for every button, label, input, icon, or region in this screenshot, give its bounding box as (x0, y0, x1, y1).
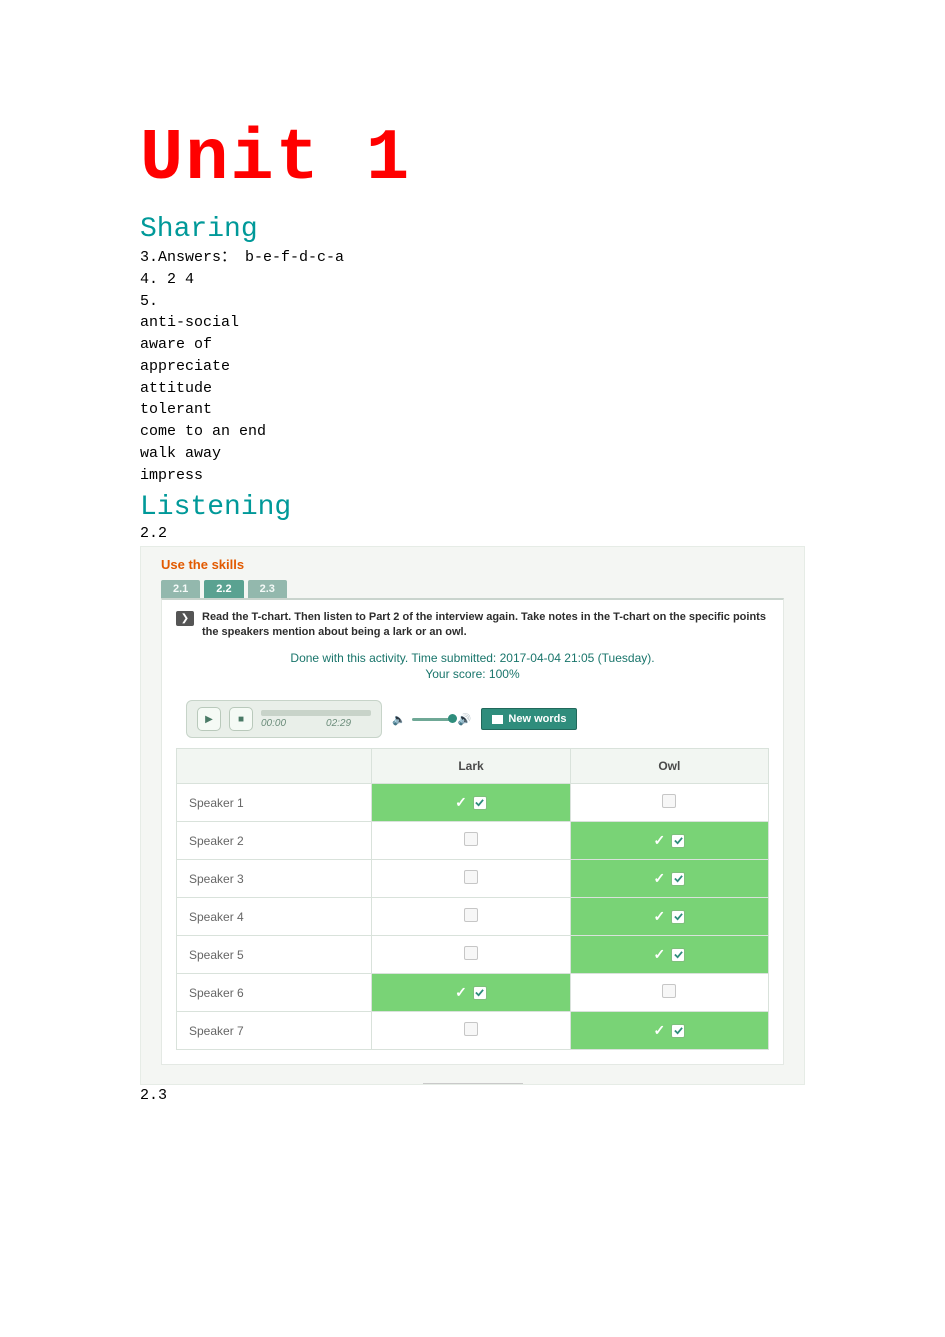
cell-checked[interactable]: ✓ (570, 860, 768, 898)
section-sharing-heading: Sharing (140, 214, 805, 245)
done-line-2: Your score: 100% (425, 667, 519, 681)
volume-bar[interactable] (412, 718, 452, 721)
check-icon: ✓ (455, 794, 467, 811)
table-row: Speaker 5 ✓ (177, 936, 769, 974)
cell-unchecked[interactable] (372, 936, 570, 974)
cell-checked[interactable]: ✓ (570, 1012, 768, 1050)
done-line-1: Done with this activity. Time submitted:… (290, 651, 654, 665)
table-row: Speaker 7 ✓ (177, 1012, 769, 1050)
audio-player: ▶ ■ 00:00 02:29 (186, 700, 382, 738)
sharing-line: tolerant (140, 399, 805, 421)
listening-subnumber-bottom: 2.3 (140, 1087, 805, 1104)
check-icon: ✓ (653, 946, 665, 963)
checkbox-unchecked[interactable] (464, 832, 478, 846)
cell-unchecked[interactable] (570, 784, 768, 822)
cell-unchecked[interactable] (372, 1012, 570, 1050)
table-row: Speaker 6 ✓ (177, 974, 769, 1012)
row-label: Speaker 7 (177, 1012, 372, 1050)
table-row: Speaker 3 ✓ (177, 860, 769, 898)
volume-control[interactable]: 🔈 🔊 (392, 713, 471, 726)
sharing-line: appreciate (140, 356, 805, 378)
seek-bar[interactable] (261, 710, 371, 716)
time-total: 02:29 (326, 718, 351, 729)
divider (423, 1083, 523, 1084)
check-icon: ✓ (653, 870, 665, 887)
cell-checked[interactable]: ✓ (570, 822, 768, 860)
new-words-label: New words (508, 713, 566, 725)
check-icon: ✓ (653, 832, 665, 849)
sharing-line: 4. 2 4 (140, 269, 805, 291)
sharing-answers-block: 3.Answers： b-e-f-d-c-a4. 2 45. anti-soci… (140, 247, 805, 486)
submission-status: Done with this activity. Time submitted:… (176, 650, 769, 682)
row-label: Speaker 5 (177, 936, 372, 974)
sharing-line: walk away (140, 443, 805, 465)
stop-button[interactable]: ■ (229, 707, 253, 731)
sharing-line: 5. (140, 291, 805, 313)
cell-unchecked[interactable] (372, 898, 570, 936)
row-label: Speaker 4 (177, 898, 372, 936)
checkbox-unchecked[interactable] (464, 908, 478, 922)
checkbox-checked[interactable] (671, 1024, 685, 1038)
tabs: 2.12.2 2.3 (161, 580, 790, 598)
cell-checked[interactable]: ✓ (570, 936, 768, 974)
row-label: Speaker 2 (177, 822, 372, 860)
table-row: Speaker 4 ✓ (177, 898, 769, 936)
instruction-box: ❯ Read the T-chart. Then listen to Part … (161, 598, 784, 1065)
column-header (177, 749, 372, 784)
checkbox-unchecked[interactable] (662, 794, 676, 808)
checkbox-checked[interactable] (473, 796, 487, 810)
volume-high-icon: 🔊 (458, 713, 472, 726)
cell-checked[interactable]: ✓ (372, 974, 570, 1012)
sharing-line: come to an end (140, 421, 805, 443)
book-icon (492, 715, 503, 724)
sharing-line: impress (140, 465, 805, 487)
table-row: Speaker 2 ✓ (177, 822, 769, 860)
checkbox-unchecked[interactable] (464, 870, 478, 884)
row-label: Speaker 6 (177, 974, 372, 1012)
cell-checked[interactable]: ✓ (372, 784, 570, 822)
volume-low-icon: 🔈 (392, 713, 406, 726)
cell-unchecked[interactable] (372, 860, 570, 898)
row-label: Speaker 3 (177, 860, 372, 898)
exercise-panel: Use the skills 2.12.2 2.3 ❯ Read the T-ch… (140, 546, 805, 1085)
tab-2-3[interactable]: 2.3 (248, 580, 287, 598)
column-header: Lark (372, 749, 570, 784)
check-icon: ✓ (653, 908, 665, 925)
table-row: Speaker 1 ✓ (177, 784, 769, 822)
tab-2-1[interactable]: 2.1 (161, 580, 200, 598)
column-header: Owl (570, 749, 768, 784)
play-button[interactable]: ▶ (197, 707, 221, 731)
arrow-right-icon: ❯ (176, 611, 194, 626)
cell-unchecked[interactable] (570, 974, 768, 1012)
skills-title: Use the skills (161, 557, 790, 572)
sharing-line: aware of (140, 334, 805, 356)
check-icon: ✓ (653, 1022, 665, 1039)
sharing-line: anti-social (140, 312, 805, 334)
checkbox-checked[interactable] (671, 872, 685, 886)
checkbox-checked[interactable] (473, 986, 487, 1000)
checkbox-unchecked[interactable] (662, 984, 676, 998)
cell-checked[interactable]: ✓ (570, 898, 768, 936)
time-current: 00:00 (261, 718, 286, 729)
tab-2-2[interactable]: 2.2 (204, 580, 243, 598)
row-label: Speaker 1 (177, 784, 372, 822)
sharing-line: 3.Answers： b-e-f-d-c-a (140, 247, 805, 269)
checkbox-checked[interactable] (671, 910, 685, 924)
checkbox-unchecked[interactable] (464, 946, 478, 960)
check-icon: ✓ (455, 984, 467, 1001)
instruction-text: Read the T-chart. Then listen to Part 2 … (202, 610, 769, 640)
sharing-line: attitude (140, 378, 805, 400)
unit-title: Unit 1 (140, 118, 805, 200)
t-chart-table: LarkOwl Speaker 1✓Speaker 2✓Speaker 3✓Sp… (176, 748, 769, 1050)
cell-unchecked[interactable] (372, 822, 570, 860)
listening-subnumber-top: 2.2 (140, 525, 805, 542)
checkbox-unchecked[interactable] (464, 1022, 478, 1036)
section-listening-heading: Listening (140, 492, 805, 523)
checkbox-checked[interactable] (671, 948, 685, 962)
checkbox-checked[interactable] (671, 834, 685, 848)
new-words-button[interactable]: New words (481, 708, 577, 730)
